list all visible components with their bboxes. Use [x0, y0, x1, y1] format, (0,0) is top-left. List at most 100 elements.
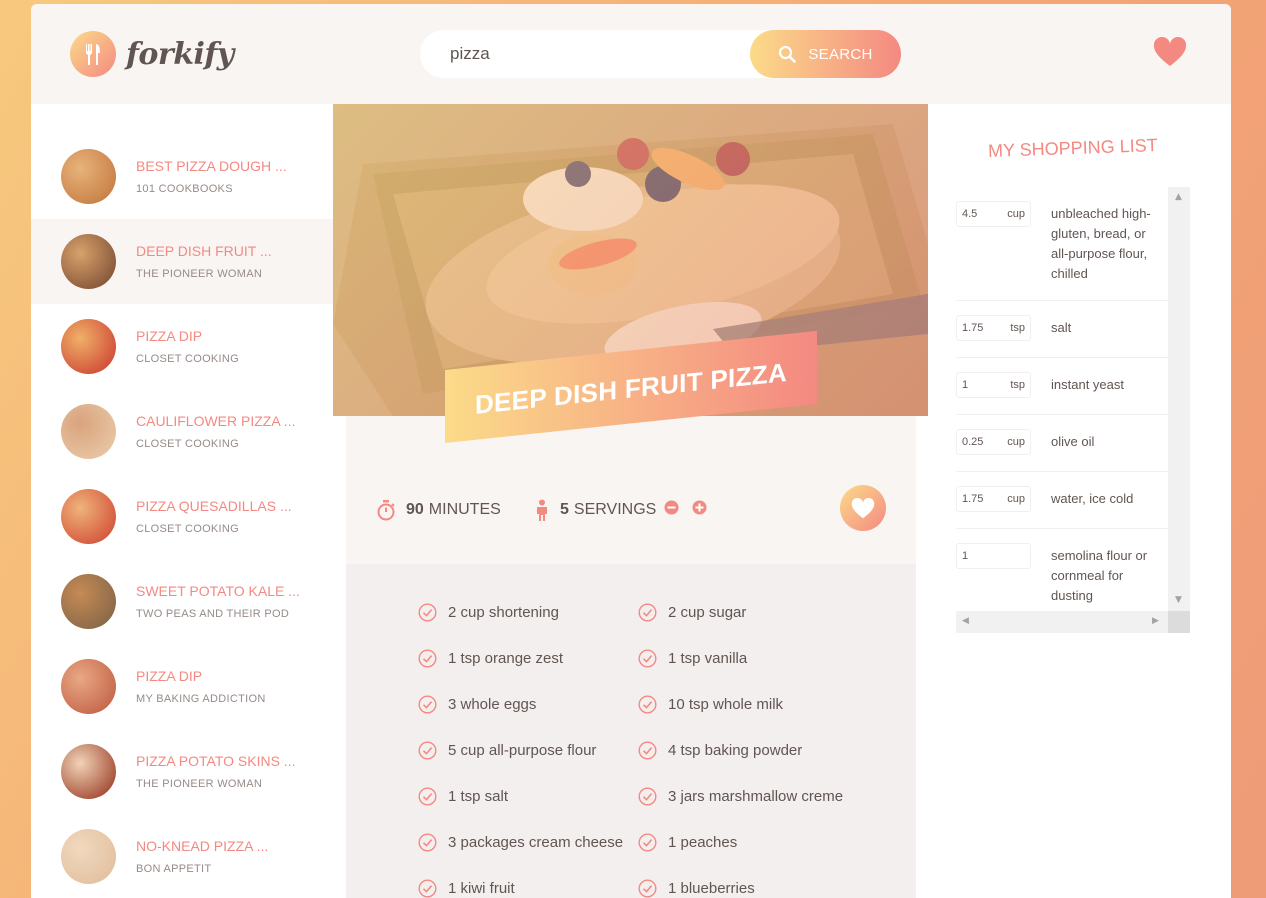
- result-thumbnail: [61, 659, 116, 714]
- increase-servings-icon[interactable]: [692, 500, 717, 520]
- results-list: BEST PIZZA DOUGH ... 101 COOKBOOKS DEEP DI…: [31, 104, 333, 898]
- result-publisher: CLOSET COOKING: [136, 523, 240, 535]
- ingredient-text: 1 kiwi fruit: [448, 879, 515, 897]
- scroll-right-icon[interactable]: ▶: [1152, 616, 1159, 626]
- like-recipe-button[interactable]: [840, 485, 886, 531]
- result-title: DEEP DISH FRUIT ...: [136, 243, 272, 259]
- ingredient-item: 1 tsp vanilla: [638, 648, 878, 668]
- result-title: PIZZA QUESADILLAS ...: [136, 498, 292, 514]
- result-title: PIZZA POTATO SKINS ...: [136, 753, 296, 769]
- scroll-left-icon[interactable]: ◀: [962, 616, 969, 626]
- shopping-count-input[interactable]: 1.75 tsp: [956, 315, 1031, 341]
- shopping-description: instant yeast: [1051, 377, 1124, 392]
- search-button-label: SEARCH: [808, 45, 873, 63]
- result-item[interactable]: BEST PIZZA DOUGH ... 101 COOKBOOKS: [31, 134, 333, 219]
- shopping-panel: MY SHOPPING LIST 4.5 cup unbleached high-g…: [928, 104, 1231, 898]
- ingredient-text: 1 blueberries: [668, 879, 755, 897]
- check-icon: [638, 786, 657, 806]
- result-thumbnail: [61, 234, 116, 289]
- check-icon: [638, 878, 657, 898]
- shopping-count-input[interactable]: 4.5 cup: [956, 201, 1031, 227]
- scrollbar-corner: [1168, 611, 1190, 633]
- search-input[interactable]: [450, 30, 740, 78]
- shopping-count: 1: [962, 550, 969, 562]
- result-title: CAULIFLOWER PIZZA ...: [136, 413, 296, 429]
- shopping-unit: tsp: [1010, 322, 1025, 334]
- check-icon: [638, 740, 657, 760]
- ingredient-text: 1 tsp orange zest: [448, 649, 564, 667]
- result-item[interactable]: PIZZA DIP CLOSET COOKING: [31, 304, 333, 389]
- likes-heart-icon[interactable]: [1153, 36, 1187, 71]
- check-icon: [638, 832, 657, 852]
- ingredient-item: 4 tsp baking powder: [638, 740, 878, 760]
- result-thumbnail: [61, 574, 116, 629]
- result-publisher: THE PIONEER WOMAN: [136, 778, 263, 790]
- result-publisher: BON APPETIT: [136, 863, 212, 875]
- result-item[interactable]: CAULIFLOWER PIZZA ... CLOSET COOKING: [31, 389, 333, 474]
- ingredient-list: 2 cup shortening 2 cup sugar 1 tsp orange …: [418, 602, 916, 898]
- result-item[interactable]: NO-KNEAD PIZZA ... BON APPETIT: [31, 814, 333, 898]
- logo[interactable]: forkify: [70, 31, 234, 77]
- shopping-count-input[interactable]: 1 tsp: [956, 372, 1031, 398]
- recipe-body: 90 MINUTES 5 SERVINGS 2 cup shortening 2…: [346, 416, 916, 898]
- result-item[interactable]: DEEP DISH FRUIT ... THE PIONEER WOMAN: [31, 219, 333, 304]
- heart-icon: [851, 497, 875, 518]
- scroll-down-icon[interactable]: ▼: [1175, 595, 1182, 605]
- ingredient-item: 3 whole eggs: [418, 694, 638, 714]
- ingredient-item: 5 cup all-purpose flour: [418, 740, 638, 760]
- ingredient-text: 1 tsp salt: [448, 787, 509, 805]
- shopping-count: 1.75: [962, 493, 984, 505]
- shopping-list-box: 4.5 cup unbleached high-gluten, bread, or …: [956, 187, 1190, 633]
- shopping-description: unbleached high-gluten, bread, or all-pu…: [1051, 206, 1151, 281]
- result-title: PIZZA DIP: [136, 328, 203, 344]
- result-title: NO-KNEAD PIZZA ...: [136, 838, 269, 854]
- check-icon: [638, 602, 657, 622]
- ingredient-text: 2 cup shortening: [448, 603, 559, 621]
- shopping-count-input[interactable]: 1: [956, 543, 1031, 569]
- decrease-servings-icon[interactable]: [664, 500, 689, 520]
- check-icon: [418, 786, 437, 806]
- horizontal-scrollbar[interactable]: ◀ ▶: [956, 611, 1168, 633]
- person-icon: [537, 499, 547, 521]
- result-publisher: CLOSET COOKING: [136, 438, 240, 450]
- shopping-item: 1.75 tsp salt: [956, 301, 1168, 358]
- shopping-count: 0.25: [962, 436, 984, 448]
- result-publisher: THE PIONEER WOMAN: [136, 268, 263, 280]
- result-publisher: MY BAKING ADDICTION: [136, 693, 266, 705]
- ingredient-text: 2 cup sugar: [668, 603, 747, 621]
- result-title: PIZZA DIP: [136, 668, 203, 684]
- ingredient-item: 1 blueberries: [638, 878, 878, 898]
- shopping-count-input[interactable]: 1.75 cup: [956, 486, 1031, 512]
- search-button[interactable]: SEARCH: [750, 30, 901, 78]
- result-item[interactable]: PIZZA POTATO SKINS ... THE PIONEER WOMAN: [31, 729, 333, 814]
- vertical-scrollbar[interactable]: ▲ ▼: [1168, 187, 1190, 611]
- ingredient-item: 2 cup shortening: [418, 602, 638, 622]
- shopping-count: 4.5: [962, 208, 978, 220]
- result-item[interactable]: PIZZA QUESADILLAS ... CLOSET COOKING: [31, 474, 333, 559]
- shopping-count-input[interactable]: 0.25 cup: [956, 429, 1031, 455]
- result-item[interactable]: SWEET POTATO KALE ... TWO PEAS AND THEIR …: [31, 559, 333, 644]
- time-value: 90: [406, 501, 424, 518]
- result-publisher: CLOSET COOKING: [136, 353, 240, 365]
- check-icon: [418, 740, 437, 760]
- check-icon: [418, 602, 437, 622]
- ingredient-text: 1 tsp vanilla: [668, 649, 748, 667]
- shopping-item: 1.75 cup water, ice cold: [956, 472, 1168, 529]
- shopping-unit: cup: [1007, 208, 1025, 220]
- shopping-description: semolina flour or cornmeal for dusting: [1051, 548, 1148, 603]
- time-unit: MINUTES: [428, 501, 501, 518]
- fork-knife-icon: [70, 31, 116, 77]
- recipe-details: 90 MINUTES 5 SERVINGS: [346, 416, 916, 564]
- check-icon: [418, 694, 437, 714]
- result-publisher: TWO PEAS AND THEIR POD: [136, 608, 290, 620]
- shopping-unit: cup: [1007, 493, 1025, 505]
- cooking-time: 90 MINUTES: [376, 499, 501, 521]
- shopping-list[interactable]: 4.5 cup unbleached high-gluten, bread, or …: [956, 187, 1168, 611]
- scroll-up-icon[interactable]: ▲: [1175, 192, 1182, 202]
- servings-unit: SERVINGS: [573, 501, 657, 518]
- result-item[interactable]: PIZZA DIP MY BAKING ADDICTION: [31, 644, 333, 729]
- ingredient-text: 10 tsp whole milk: [668, 695, 784, 713]
- result-publisher: 101 COOKBOOKS: [136, 183, 233, 195]
- check-icon: [418, 878, 437, 898]
- ingredient-item: 1 kiwi fruit: [418, 878, 638, 898]
